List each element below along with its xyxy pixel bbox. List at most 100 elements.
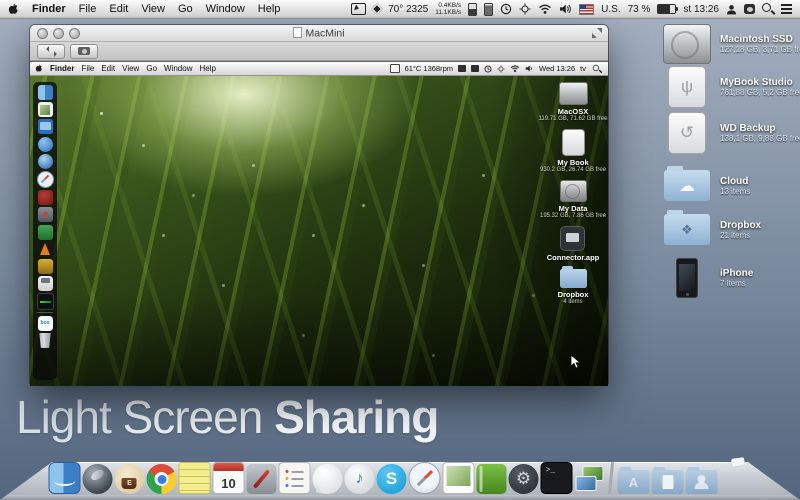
time-machine-icon[interactable] <box>500 3 512 15</box>
remote-menu-go[interactable]: Go <box>146 64 157 73</box>
remote-dock-display-icon[interactable] <box>38 119 53 134</box>
remote-icon-connector-app[interactable]: Connector.app <box>547 226 600 262</box>
remote-dock-front-row-icon[interactable] <box>38 190 53 205</box>
dock-coda-icon[interactable] <box>477 464 507 494</box>
dock-screen-sharing-icon[interactable] <box>575 464 605 494</box>
desktop-icon-wd-backup[interactable]: ↺ WD Backup 138,1 GB, 9,88 GB free <box>662 112 800 154</box>
menu-extra-icon[interactable] <box>744 4 755 14</box>
remote-spotlight-icon[interactable] <box>593 64 601 72</box>
network-speed-readout[interactable]: 0.4KB/s 11.1KB/s <box>435 2 461 16</box>
remote-location-icon[interactable] <box>497 65 505 73</box>
dock-stack-documents[interactable] <box>652 470 684 494</box>
menu-item-finder[interactable]: Finder <box>32 3 66 15</box>
remote-menu-edit[interactable]: Edit <box>101 64 115 73</box>
remote-icon-my-book[interactable]: My Book 930.2 GB, 26.74 GB free <box>540 129 606 173</box>
remote-menu-help[interactable]: Help <box>199 64 215 73</box>
dock-chrome-icon[interactable] <box>147 464 177 494</box>
remote-dock-browser-icon[interactable] <box>38 154 53 169</box>
input-language-flag-icon[interactable] <box>579 4 594 15</box>
notification-center-icon[interactable] <box>781 4 792 13</box>
remote-menu-bar[interactable]: Finder File Edit View Go Window Help 61°… <box>30 62 608 76</box>
remote-script-menu[interactable]: tv <box>580 64 586 73</box>
menu-item-edit[interactable]: Edit <box>109 3 128 15</box>
menu-item-help[interactable]: Help <box>258 3 281 15</box>
dock-stickies-icon[interactable] <box>179 462 211 494</box>
battery-icon[interactable] <box>657 4 676 14</box>
menu-item-file[interactable]: File <box>79 3 97 15</box>
remote-dock-trash-icon[interactable] <box>38 333 53 348</box>
dock-trash-icon[interactable] <box>726 463 752 494</box>
desktop-icon-cloud[interactable]: ☁ Cloud 13 items <box>662 170 800 201</box>
spotlight-search-icon[interactable] <box>762 3 774 15</box>
remote-desktop-view[interactable]: Finder File Edit View Go Window Help 61°… <box>30 61 608 386</box>
menu-item-go[interactable]: Go <box>178 3 193 15</box>
remote-dock-preview-icon[interactable] <box>38 102 53 117</box>
remote-keyboard-icon[interactable] <box>458 65 466 72</box>
dock-itunes-icon[interactable]: ♪ <box>345 464 375 494</box>
remote-dock-vlc-icon[interactable] <box>38 242 53 257</box>
apple-menu-icon[interactable] <box>8 3 19 16</box>
menu-item-view[interactable]: View <box>141 3 165 15</box>
remote-dock-activity-monitor-icon[interactable] <box>37 293 54 310</box>
dock-skype-icon[interactable]: S <box>377 464 407 494</box>
remote-menu-finder[interactable]: Finder <box>50 64 74 73</box>
remote-dock-finder-icon[interactable] <box>38 85 53 100</box>
dropbox-menu-icon[interactable] <box>371 3 382 14</box>
remote-dock-traffic-icon[interactable] <box>38 225 53 240</box>
device-battery-icon-2[interactable] <box>484 3 493 16</box>
menu-clock[interactable]: st 13:26 <box>683 4 719 15</box>
desktop-icon-macintosh-ssd[interactable]: Macintosh SSD 127,18 GB, 3,71 GB free <box>662 24 800 64</box>
zoom-button[interactable] <box>69 28 80 39</box>
remote-temp-fan-reading[interactable]: 61°C 1368rpm <box>405 64 453 73</box>
dock-messages-icon[interactable] <box>313 464 343 494</box>
temp-fan-reading[interactable]: 70° 2325 <box>388 4 428 15</box>
location-services-icon[interactable] <box>519 3 531 15</box>
remote-apple-menu-icon[interactable] <box>35 64 43 73</box>
remote-menu-file[interactable]: File <box>81 64 94 73</box>
dock-finder-icon[interactable] <box>49 462 81 494</box>
wifi-icon[interactable] <box>538 4 552 14</box>
remote-dock-ipod-icon[interactable] <box>38 276 53 291</box>
fullscreen-toggle-icon[interactable] <box>592 28 602 38</box>
remote-menu-view[interactable]: View <box>122 64 139 73</box>
remote-icon-my-data[interactable]: My Data 195.32 GB, 7.86 GB free <box>540 180 606 219</box>
dock-gear-app-icon[interactable]: ⚙ <box>509 464 539 494</box>
menu-item-window[interactable]: Window <box>206 3 245 15</box>
dock-preview-icon[interactable] <box>443 462 475 494</box>
remote-display-icon[interactable] <box>390 64 400 73</box>
desktop-icon-mybook-studio[interactable]: ψ MyBook Studio 761,88 GB, 5,2 GB free <box>662 66 800 108</box>
remote-icon-macosx[interactable]: MacOSX 119.71 GB, 71.62 GB free <box>539 82 608 122</box>
remote-dock-digger-icon[interactable] <box>38 259 53 274</box>
dock-espresso-icon[interactable]: E <box>115 464 145 494</box>
remote-dock-safari-icon[interactable] <box>37 171 54 188</box>
dock-terminal-icon[interactable]: >_ <box>541 462 573 494</box>
screenshot-button[interactable] <box>70 44 98 59</box>
remote-time-machine-icon[interactable] <box>484 65 492 73</box>
dock-stack-applications[interactable]: A <box>618 470 650 494</box>
remote-icon-dropbox[interactable]: Dropbox 4 items <box>558 269 589 305</box>
battery-percent[interactable]: 73 % <box>628 4 651 15</box>
remote-wifi-icon[interactable] <box>510 65 520 72</box>
desktop-icon-iphone[interactable]: iPhone 7 items <box>662 258 800 298</box>
user-menu-icon[interactable] <box>726 4 737 15</box>
dock-calendar-icon[interactable]: 10 <box>213 462 245 494</box>
volume-icon[interactable] <box>559 4 572 14</box>
remote-dock-photo-booth-icon[interactable] <box>38 207 53 222</box>
remote-displays-icon[interactable] <box>471 65 479 72</box>
desktop-icon-dropbox[interactable]: ❖ Dropbox 21 items <box>662 214 800 245</box>
dock-reminders-icon[interactable] <box>279 462 311 494</box>
remote-menu-window[interactable]: Window <box>164 64 192 73</box>
dock-launchpad-icon[interactable] <box>83 464 113 494</box>
dock-stack-users[interactable] <box>686 470 718 494</box>
window-title-bar[interactable]: MacMini <box>30 25 608 42</box>
input-language-label[interactable]: U.S. <box>601 4 620 15</box>
remote-dock-itunes-icon[interactable] <box>38 137 53 152</box>
dock-utility-icon[interactable] <box>247 464 277 494</box>
remote-menu-clock[interactable]: Wed 13:26 <box>539 64 575 73</box>
screen-sharing-indicator-icon[interactable] <box>351 3 366 15</box>
minimize-button[interactable] <box>53 28 64 39</box>
remote-volume-icon[interactable] <box>525 65 534 72</box>
dock-safari-icon[interactable] <box>409 462 441 494</box>
fit-to-window-button[interactable] <box>37 44 65 59</box>
device-battery-icon-1[interactable] <box>468 3 477 16</box>
